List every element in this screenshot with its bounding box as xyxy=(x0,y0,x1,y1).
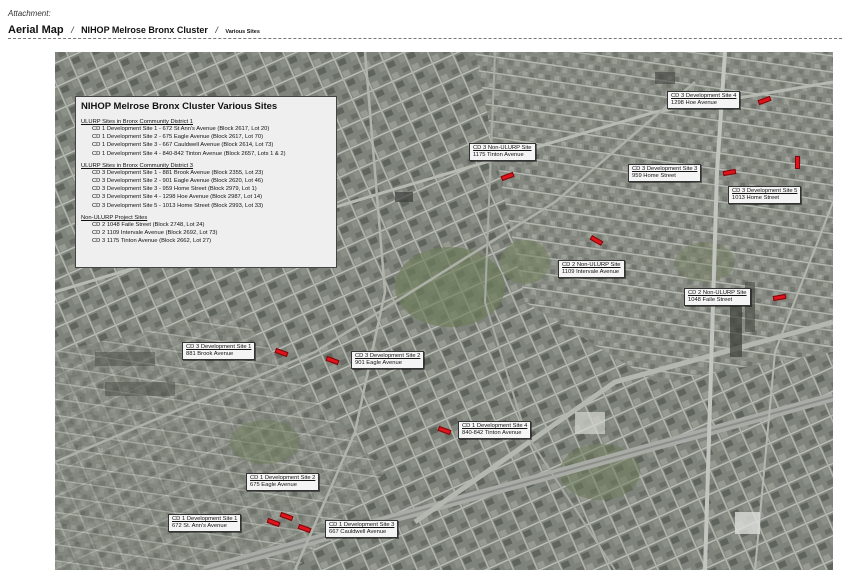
site-label[interactable]: CD 3 Development Site 2 901 Eagle Avenue xyxy=(351,351,425,369)
legend-title: NIHOP Melrose Bronx Cluster Various Site… xyxy=(81,101,278,112)
legend-item: CD 3 Development Site 4 - 1298 Hoe Avenu… xyxy=(92,194,263,201)
site-label-title: CD 3 Development Site 5 xyxy=(732,188,798,194)
page-subtitle: NIHOP Melrose Bronx Cluster xyxy=(81,25,208,35)
site-label[interactable]: CD 3 Development Site 4 1298 Hoe Avenue xyxy=(667,91,741,109)
legend-item: CD 3 Development Site 3 - 959 Home Stree… xyxy=(92,186,257,193)
site-label-address: 1175 Tinton Avenue xyxy=(473,152,524,158)
breadcrumb: Aerial Map / NIHOP Melrose Bronx Cluster… xyxy=(8,20,844,38)
header-divider xyxy=(8,38,842,39)
page-title: Aerial Map xyxy=(8,24,64,36)
legend-item: CD 3 Development Site 5 - 1013 Home Stre… xyxy=(92,202,264,209)
site-label[interactable]: CD 2 Non-ULURP Site 1109 Intervale Avenu… xyxy=(558,260,625,278)
legend-item: CD 3 1175 Tinton Avenue (Block 2662, Lot… xyxy=(92,238,212,245)
legend-item: CD 1 Development Site 3 - 667 Cauldwell … xyxy=(92,142,274,149)
site-label[interactable]: CD 1 Development Site 4 840-842 Tinton A… xyxy=(458,421,532,439)
page-subtitle-small: Various Sites xyxy=(225,29,260,35)
site-label-address: 959 Home Street xyxy=(632,173,676,179)
site-label-address: 675 Eagle Avenue xyxy=(250,482,297,488)
legend-item: CD 1 Development Site 1 - 672 St Ann's A… xyxy=(92,126,270,132)
site-label-address: 1048 Faile Street xyxy=(688,297,733,303)
site-label-title: CD 3 Development Site 2 xyxy=(355,353,421,359)
legend-item: CD 2 1109 Intervale Avenue (Block 2692, … xyxy=(92,230,218,237)
site-label[interactable]: CD 1 Development Site 1 672 St. Ann's Av… xyxy=(168,514,242,532)
legend-item: CD 1 Development Site 2 - 675 Eagle Aven… xyxy=(92,134,264,141)
legend-item: CD 2 1048 Faile Street (Block 2748, Lot … xyxy=(92,221,205,228)
attachment-label: Attachment: xyxy=(8,9,51,18)
legend-item: CD 1 Development Site 4 - 840-842 Tinton… xyxy=(92,150,286,157)
site-label[interactable]: CD 3 Development Site 3 959 Home Street xyxy=(628,164,702,182)
site-label-title: CD 3 Development Site 4 xyxy=(671,93,737,99)
site-label[interactable]: CD 3 Development Site 1 881 Brook Avenue xyxy=(182,342,256,360)
site-label[interactable]: CD 3 Non-ULURP Site 1175 Tinton Avenue xyxy=(469,143,536,161)
site-label-title: CD 1 Development Site 4 xyxy=(462,423,528,429)
site-label-address: 1109 Intervale Avenue xyxy=(562,269,620,275)
site-label-title: CD 2 Non-ULURP Site xyxy=(562,262,621,268)
breadcrumb-separator: / xyxy=(215,25,218,35)
site-label-title: CD 1 Development Site 2 xyxy=(250,475,316,481)
map-legend: NIHOP Melrose Bronx Cluster Various Site… xyxy=(75,96,337,268)
site-label-address: 881 Brook Avenue xyxy=(186,351,234,357)
site-label-title: CD 3 Development Site 1 xyxy=(186,344,252,350)
breadcrumb-separator: / xyxy=(71,25,74,35)
site-label[interactable]: CD 2 Non-ULURP Site 1048 Faile Street xyxy=(684,288,751,306)
legend-item: CD 3 Development Site 1 - 881 Brook Aven… xyxy=(92,169,264,176)
site-label[interactable]: CD 1 Development Site 2 675 Eagle Avenue xyxy=(246,473,320,491)
site-label-address: 667 Cauldwell Avenue xyxy=(329,529,387,535)
site-label-address: 1298 Hoe Avenue xyxy=(671,100,717,106)
page-header: Attachment: Aerial Map / NIHOP Melrose B… xyxy=(8,9,844,38)
site-label-title: CD 3 Development Site 3 xyxy=(632,166,698,172)
site-label-address: 901 Eagle Avenue xyxy=(355,360,402,366)
site-label-address: 840-842 Tinton Avenue xyxy=(462,430,522,436)
aerial-map[interactable]: NIHOP Melrose Bronx Cluster Various Site… xyxy=(55,52,833,570)
site-label-address: 672 St. Ann's Avenue xyxy=(172,523,227,529)
site-label-title: CD 1 Development Site 3 xyxy=(329,522,395,528)
site-label-address: 1013 Home Street xyxy=(732,195,780,201)
site-label[interactable]: CD 3 Development Site 5 1013 Home Street xyxy=(728,186,802,204)
site-marker[interactable] xyxy=(795,156,800,169)
site-label-title: CD 1 Development Site 1 xyxy=(172,516,238,522)
site-label-title: CD 3 Non-ULURP Site xyxy=(473,145,532,151)
legend-item: CD 3 Development Site 2 - 901 Eagle Aven… xyxy=(92,178,264,185)
site-label[interactable]: CD 1 Development Site 3 667 Cauldwell Av… xyxy=(325,520,399,538)
site-label-title: CD 2 Non-ULURP Site xyxy=(688,290,747,296)
